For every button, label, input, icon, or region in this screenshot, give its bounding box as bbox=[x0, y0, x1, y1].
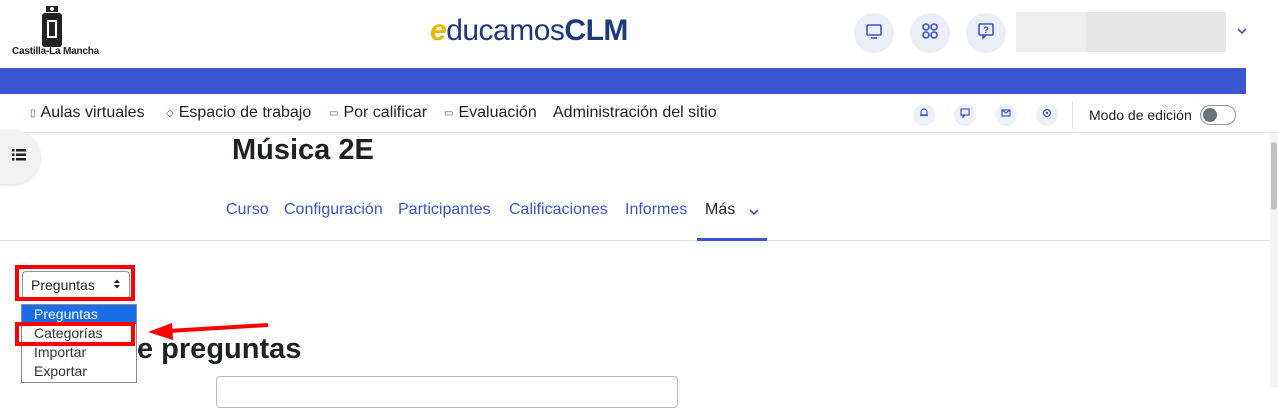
apps-button[interactable] bbox=[910, 13, 950, 53]
help-button[interactable]: ? bbox=[966, 13, 1006, 53]
tab-calificaciones[interactable]: Calificaciones bbox=[509, 201, 608, 219]
option-exportar[interactable]: Exportar bbox=[22, 362, 136, 381]
nav-administracion[interactable]: Administración del sitio bbox=[553, 104, 717, 122]
notifications-button[interactable] bbox=[913, 104, 935, 126]
list-icon bbox=[12, 148, 26, 166]
annotation-box-categorias bbox=[15, 322, 135, 346]
chat-icon bbox=[959, 106, 971, 124]
nav-divider bbox=[1072, 101, 1073, 129]
apps-icon bbox=[921, 22, 939, 45]
grid-icon: ▯ bbox=[30, 107, 36, 119]
inbox-icon: ▭ bbox=[329, 107, 339, 119]
site-banner bbox=[0, 68, 1246, 94]
mail-button[interactable] bbox=[995, 104, 1017, 126]
clipboard-icon: ▭ bbox=[444, 107, 454, 119]
search-input[interactable] bbox=[216, 376, 678, 408]
educamosclm-logo[interactable]: educamosCLM bbox=[430, 14, 628, 48]
tab-mas[interactable]: Más bbox=[705, 201, 735, 219]
nav-espacio-de-trabajo[interactable]: ◇ Espacio de trabajo bbox=[166, 104, 311, 122]
chevron-down-icon[interactable] bbox=[1236, 24, 1248, 42]
active-tab-indicator bbox=[697, 238, 767, 241]
desktop-icon bbox=[865, 22, 883, 45]
annotation-box-select bbox=[15, 265, 135, 301]
secondary-nav-border bbox=[0, 240, 1270, 241]
nav-aulas-virtuales[interactable]: ▯ Aulas virtuales bbox=[30, 104, 145, 122]
settings-button[interactable] bbox=[1036, 104, 1058, 126]
tab-participantes[interactable]: Participantes bbox=[398, 201, 491, 219]
course-index-drawer-button[interactable] bbox=[0, 130, 40, 184]
jccm-logo-text: Castilla-La Mancha bbox=[12, 46, 99, 57]
tab-informes[interactable]: Informes bbox=[625, 201, 687, 219]
edit-mode-label: Modo de edición bbox=[1089, 107, 1192, 123]
gear-icon bbox=[1041, 106, 1053, 124]
chevron-down-icon[interactable] bbox=[748, 205, 760, 223]
tab-curso[interactable]: Curso bbox=[226, 201, 269, 219]
tab-configuracion[interactable]: Configuración bbox=[284, 201, 383, 219]
nav-por-calificar[interactable]: ▭ Por calificar bbox=[329, 104, 427, 122]
user-avatar-placeholder bbox=[1086, 12, 1226, 52]
envelope-icon bbox=[1000, 106, 1012, 124]
svg-text:?: ? bbox=[983, 25, 989, 35]
toggle-knob bbox=[1203, 108, 1217, 122]
scrollbar-thumb[interactable] bbox=[1271, 142, 1277, 210]
help-icon: ? bbox=[977, 22, 995, 45]
annotation-arrow bbox=[148, 323, 269, 340]
edit-mode-toggle[interactable] bbox=[1200, 105, 1236, 125]
page-title: Música 2E bbox=[232, 134, 374, 166]
nav-evaluacion[interactable]: ▭ Evaluación bbox=[444, 104, 537, 122]
desktop-button[interactable] bbox=[854, 13, 894, 53]
messages-button[interactable] bbox=[954, 104, 976, 126]
bell-icon bbox=[918, 106, 930, 124]
shield-icon: ◇ bbox=[166, 107, 174, 119]
